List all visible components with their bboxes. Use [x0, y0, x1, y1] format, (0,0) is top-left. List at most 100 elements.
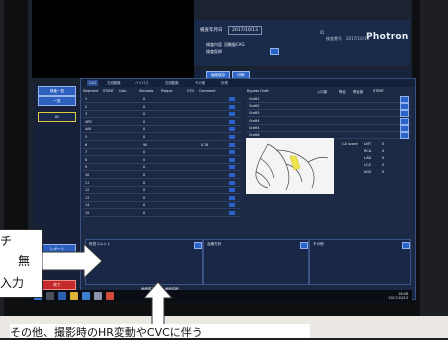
- row-edit-button[interactable]: [229, 211, 235, 215]
- column-header: CTO: [187, 89, 195, 93]
- other-comment-box[interactable]: その他: [309, 239, 411, 285]
- row-edit-button[interactable]: [229, 112, 235, 117]
- tab-right-coronary[interactable]: 右冠動脈: [163, 80, 181, 86]
- table-row[interactable]: Graft4: [247, 117, 411, 125]
- row-edit-button[interactable]: [229, 97, 235, 101]
- clock-date: 2017/10/13: [388, 296, 408, 300]
- callout-arrow-left: [42, 244, 103, 278]
- physician-select-button[interactable]: [270, 48, 279, 55]
- row-edit-button[interactable]: [229, 203, 235, 208]
- treatment-comment-box[interactable]: 治療方針: [203, 239, 309, 285]
- sidebar-exam-list-button[interactable]: 検査一覧: [38, 86, 76, 96]
- tab-left-coronary[interactable]: 左冠動脈: [105, 80, 123, 86]
- table-row[interactable]: 20: [83, 104, 241, 111]
- findings-comment-edit-button[interactable]: [194, 242, 202, 249]
- graft-edit-button[interactable]: [400, 132, 409, 139]
- table-row[interactable]: 30: [83, 111, 241, 119]
- row-edit-button[interactable]: [229, 188, 235, 193]
- row-edit-button[interactable]: [229, 119, 235, 124]
- sidebar-id-button[interactable]: ID: [38, 112, 76, 122]
- graft-edit-button[interactable]: [400, 117, 409, 125]
- table-row[interactable]: Graft3: [247, 110, 411, 118]
- column-header: 吻合: [339, 90, 346, 94]
- system-clock[interactable]: 16:08 2017/10/13: [388, 292, 408, 300]
- graft-name: Graft4: [249, 118, 260, 123]
- table-row[interactable]: 11 0: [83, 180, 241, 187]
- table-row[interactable]: 10 0: [83, 172, 241, 179]
- table-row[interactable]: 10: [83, 96, 241, 103]
- table-row[interactable]: 12 0: [83, 187, 241, 195]
- masked-region: [32, 0, 194, 78]
- other-comment-edit-button[interactable]: [402, 242, 410, 249]
- tab-measure[interactable]: 計測: [219, 80, 230, 86]
- column-header: Stenosis: [139, 89, 154, 93]
- column-header: Plaque: [161, 89, 173, 93]
- table-row[interactable]: 4PD 0: [83, 119, 241, 126]
- column-header: Comment: [199, 89, 216, 93]
- table-row[interactable]: Graft5: [247, 124, 411, 132]
- table-cell: 10: [85, 173, 90, 177]
- tab-other[interactable]: その他: [193, 80, 207, 86]
- callout-line: チ: [0, 234, 13, 248]
- app-icon[interactable]: [94, 292, 102, 300]
- tab-cag[interactable]: CAG: [87, 80, 99, 86]
- table-cell: 0: [143, 150, 146, 155]
- table-cell: 0: [143, 97, 146, 101]
- table-cell: 11: [85, 180, 90, 185]
- table-row[interactable]: 6 90 0.18: [83, 142, 241, 149]
- graft-edit-button[interactable]: [400, 103, 409, 111]
- table-row[interactable]: 50: [83, 134, 241, 141]
- coronary-artery-icon: [255, 143, 329, 191]
- ca-score-value: 0: [382, 149, 385, 153]
- ca-score-vessel: LMT: [364, 142, 372, 146]
- table-row[interactable]: 80: [83, 157, 241, 164]
- table-cell: 2: [85, 104, 88, 109]
- exam-date-label: 検査年月日: [200, 28, 223, 33]
- table-cell: 0: [143, 188, 146, 193]
- sidebar-exit-button[interactable]: 終了: [38, 280, 76, 290]
- graft-edit-button[interactable]: [400, 110, 409, 118]
- coronary-diagram[interactable]: [246, 138, 334, 194]
- row-edit-button[interactable]: [229, 180, 235, 185]
- table-cell: 7: [85, 150, 88, 155]
- graft-edit-button[interactable]: [400, 124, 409, 132]
- table-row[interactable]: 4AV 0: [83, 126, 241, 134]
- exam-type-value: 冠動脈CAG: [224, 42, 245, 47]
- treatment-comment-edit-button[interactable]: [300, 242, 308, 249]
- ca-score-panel: CA score LMT 0 RCA 0 LAD 0 LCX 0 AGS 0: [342, 142, 406, 186]
- table-row[interactable]: 70: [83, 149, 241, 157]
- table-row[interactable]: 15 0: [83, 210, 241, 217]
- table-row[interactable]: 14 0: [83, 202, 241, 210]
- row-edit-button[interactable]: [229, 173, 235, 177]
- table-cell: 0: [143, 104, 146, 109]
- edge-icon[interactable]: [58, 292, 66, 300]
- graft-table: Bypass Graft 入口部 吻合 吻合部 STENT Graft1 Graf…: [247, 89, 411, 141]
- row-edit-button[interactable]: [229, 135, 235, 139]
- table-row[interactable]: Graft2: [247, 103, 411, 111]
- search-icon[interactable]: [46, 292, 54, 300]
- column-header: Bypass Graft: [247, 89, 269, 93]
- row-edit-button[interactable]: [229, 157, 235, 162]
- table-row[interactable]: 13 0: [83, 195, 241, 202]
- row-edit-button[interactable]: [229, 195, 235, 200]
- app-icon[interactable]: [106, 292, 114, 300]
- meta-exam-number-label: 検査番号: [326, 36, 342, 41]
- tab-bypass[interactable]: バイパス: [133, 80, 151, 86]
- column-header: 入口部: [317, 90, 328, 94]
- graft-name: Graft1: [249, 97, 260, 101]
- exam-date-field[interactable]: 2017/10/13: [228, 26, 262, 35]
- folder-icon[interactable]: [70, 292, 78, 300]
- row-edit-button[interactable]: [229, 142, 235, 147]
- row-edit-button[interactable]: [229, 165, 235, 170]
- row-edit-button[interactable]: [229, 127, 235, 132]
- store-icon[interactable]: [82, 292, 90, 300]
- table-row[interactable]: 90: [83, 164, 241, 172]
- column-header: STENT: [373, 89, 384, 93]
- graft-edit-button[interactable]: [400, 96, 409, 103]
- table-cell: 1: [85, 97, 88, 101]
- sidebar-list-button[interactable]: 一覧: [38, 96, 76, 106]
- table-row[interactable]: Graft1: [247, 96, 411, 103]
- table-cell: 5: [85, 135, 88, 139]
- row-edit-button[interactable]: [229, 150, 235, 155]
- row-edit-button[interactable]: [229, 104, 235, 109]
